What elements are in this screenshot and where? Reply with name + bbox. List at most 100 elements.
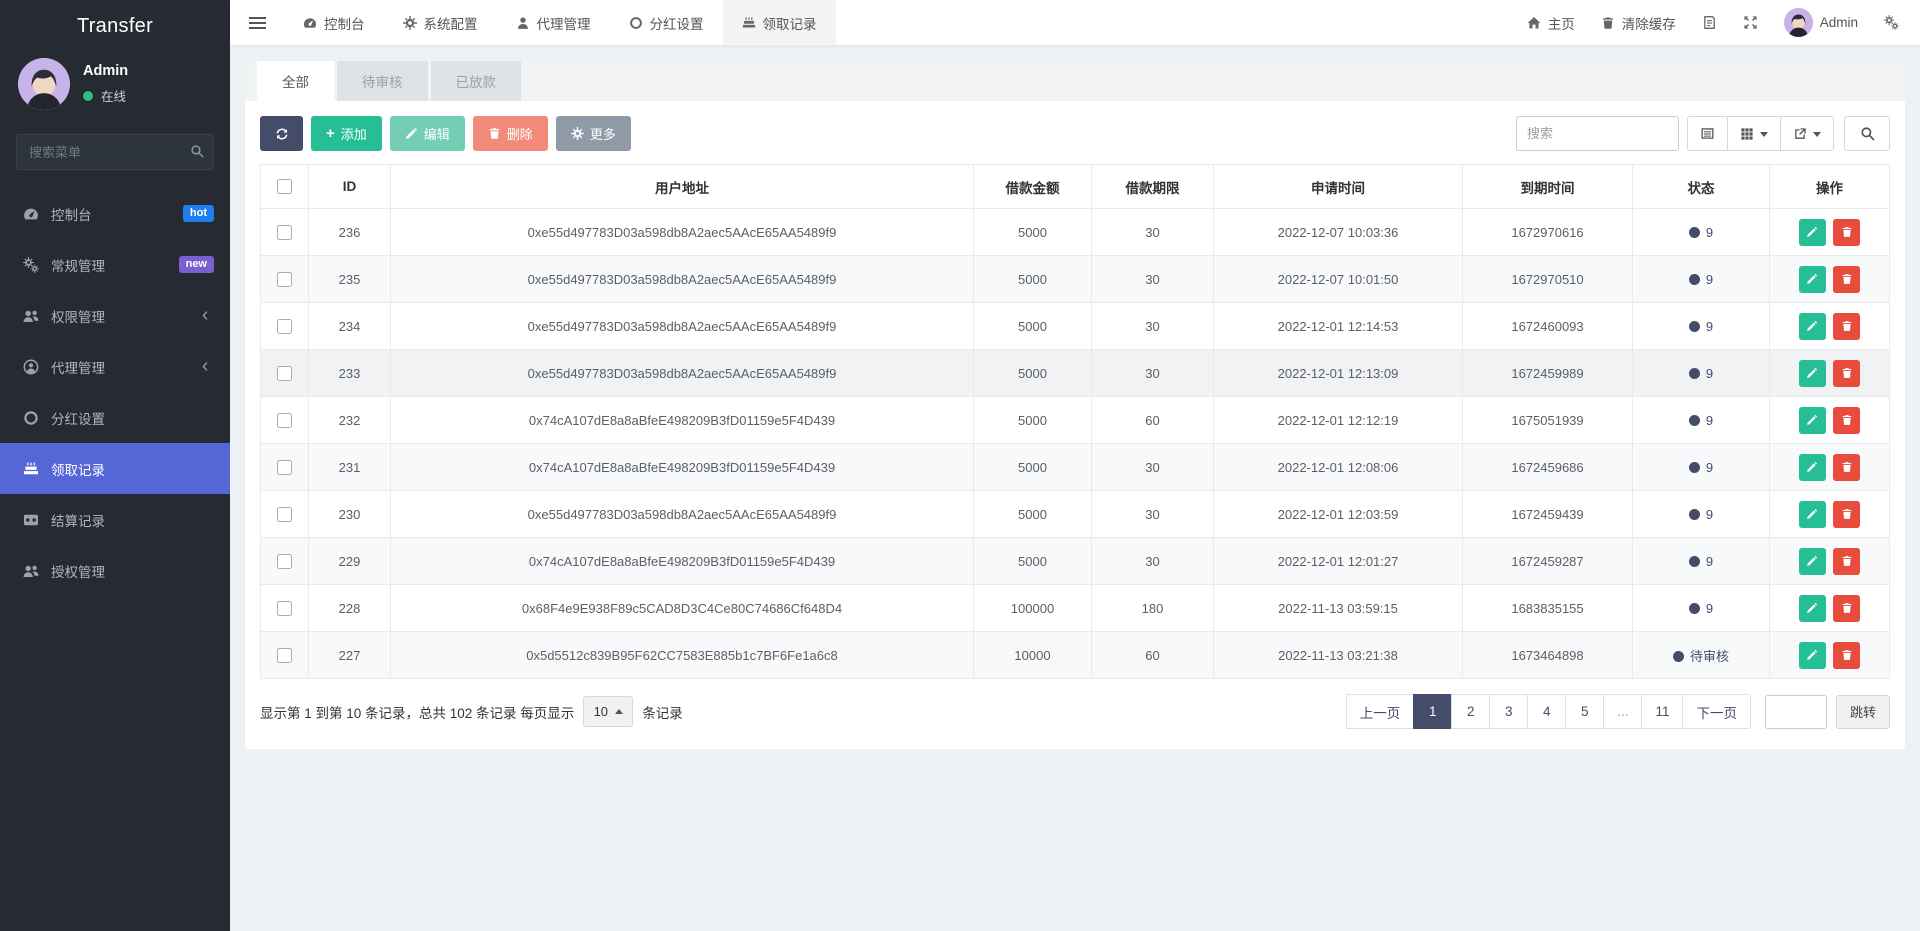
row-delete-button[interactable] xyxy=(1833,642,1860,669)
topbar-tab-dashboard[interactable]: 控制台 xyxy=(284,0,384,45)
row-edit-button[interactable] xyxy=(1799,595,1826,622)
cell-expire-time: 1672970616 xyxy=(1463,209,1633,256)
menu-toggle-button[interactable] xyxy=(230,0,284,45)
row-delete-button[interactable] xyxy=(1833,219,1860,246)
cell-expire-time: 1672460093 xyxy=(1463,303,1633,350)
page-button[interactable]: 下一页 xyxy=(1682,694,1751,729)
header-status: 状态 xyxy=(1633,165,1770,209)
page-button[interactable]: 2 xyxy=(1451,694,1490,729)
cell-actions xyxy=(1770,585,1890,632)
row-edit-button[interactable] xyxy=(1799,313,1826,340)
add-button[interactable]: +添加 xyxy=(311,116,382,151)
tab-all[interactable]: 全部 xyxy=(257,61,334,101)
sidebar-item-dashboard[interactable]: 控制台 hot xyxy=(0,188,230,239)
edit-button[interactable]: 编辑 xyxy=(390,116,465,151)
page-button[interactable]: 4 xyxy=(1527,694,1566,729)
pencil-icon xyxy=(1806,602,1818,614)
row-delete-button[interactable] xyxy=(1833,548,1860,575)
row-checkbox[interactable] xyxy=(277,413,292,428)
page-button[interactable]: 1 xyxy=(1413,694,1452,729)
topbar-tab-dividend[interactable]: 分红设置 xyxy=(610,0,723,45)
sidebar-item-claim-records[interactable]: 领取记录 xyxy=(0,443,230,494)
row-checkbox[interactable] xyxy=(277,648,292,663)
row-checkbox[interactable] xyxy=(277,225,292,240)
cell-apply-time: 2022-11-13 03:59:15 xyxy=(1214,585,1463,632)
cell-id: 235 xyxy=(309,256,391,303)
tab-pending[interactable]: 待审核 xyxy=(337,61,428,101)
row-edit-button[interactable] xyxy=(1799,642,1826,669)
clear-cache-button[interactable]: 清除缓存 xyxy=(1588,0,1689,45)
sidebar-item-settlement-records[interactable]: 结算记录 xyxy=(0,494,230,545)
menu-search-input[interactable] xyxy=(16,134,214,170)
fullscreen-button[interactable] xyxy=(1730,0,1771,45)
row-checkbox[interactable] xyxy=(277,601,292,616)
tab-released[interactable]: 已放款 xyxy=(431,61,522,101)
refresh-button[interactable] xyxy=(260,116,303,151)
user-menu[interactable]: Admin xyxy=(1771,0,1871,45)
cell-id: 228 xyxy=(309,585,391,632)
search-submit-button[interactable] xyxy=(1844,116,1890,151)
jump-button[interactable]: 跳转 xyxy=(1836,695,1890,729)
row-delete-button[interactable] xyxy=(1833,313,1860,340)
row-checkbox[interactable] xyxy=(277,319,292,334)
edit-label: 编辑 xyxy=(424,124,450,143)
sidebar-item-authorization[interactable]: 授权管理 xyxy=(0,545,230,596)
cell-expire-time: 1675051939 xyxy=(1463,397,1633,444)
panel-card: 全部 待审核 已放款 +添加 编辑 删除 更多 xyxy=(245,61,1905,749)
row-edit-button[interactable] xyxy=(1799,548,1826,575)
topbar-tab-claim-records[interactable]: 领取记录 xyxy=(723,0,836,45)
group-icon xyxy=(22,563,39,579)
more-button[interactable]: 更多 xyxy=(556,116,631,151)
table-search-input[interactable] xyxy=(1516,116,1679,151)
page-button[interactable]: ... xyxy=(1603,694,1642,729)
page-size-select[interactable]: 10 xyxy=(583,696,633,727)
log-button[interactable] xyxy=(1689,0,1730,45)
row-edit-button[interactable] xyxy=(1799,219,1826,246)
row-edit-button[interactable] xyxy=(1799,501,1826,528)
home-button[interactable]: 主页 xyxy=(1514,0,1588,45)
pagination: 上一页 1 2 3 4 5 xyxy=(1347,694,1890,729)
expand-icon xyxy=(1743,15,1758,30)
row-checkbox-cell xyxy=(261,538,309,585)
select-all-checkbox[interactable] xyxy=(277,179,292,194)
row-delete-button[interactable] xyxy=(1833,360,1860,387)
page-button[interactable]: 5 xyxy=(1565,694,1604,729)
avatar[interactable] xyxy=(18,58,70,110)
toggle-view-button[interactable] xyxy=(1687,116,1728,151)
home-icon xyxy=(1527,16,1541,30)
columns-button[interactable] xyxy=(1728,116,1781,151)
chevron-left-icon xyxy=(197,360,214,373)
topbar-tab-label: 控制台 xyxy=(324,13,365,33)
cell-apply-time: 2022-12-01 12:13:09 xyxy=(1214,350,1463,397)
page-button[interactable]: 上一页 xyxy=(1346,694,1415,729)
page-button[interactable]: 11 xyxy=(1641,694,1683,729)
sidebar-item-agents[interactable]: 代理管理 xyxy=(0,341,230,392)
page-button[interactable]: 3 xyxy=(1489,694,1528,729)
jump-page-input[interactable] xyxy=(1765,695,1827,729)
row-edit-button[interactable] xyxy=(1799,266,1826,293)
row-delete-button[interactable] xyxy=(1833,407,1860,434)
row-delete-button[interactable] xyxy=(1833,454,1860,481)
row-checkbox[interactable] xyxy=(277,460,292,475)
row-checkbox[interactable] xyxy=(277,272,292,287)
row-checkbox[interactable] xyxy=(277,554,292,569)
row-edit-button[interactable] xyxy=(1799,360,1826,387)
sidebar-item-dividend[interactable]: 分红设置 xyxy=(0,392,230,443)
sidebar-item-general[interactable]: 常规管理 new xyxy=(0,239,230,290)
sidebar-item-permissions[interactable]: 权限管理 xyxy=(0,290,230,341)
settings-button[interactable] xyxy=(1871,0,1912,45)
row-edit-button[interactable] xyxy=(1799,454,1826,481)
cell-term: 180 xyxy=(1092,585,1214,632)
trash-icon xyxy=(1841,508,1853,520)
row-delete-button[interactable] xyxy=(1833,595,1860,622)
row-delete-button[interactable] xyxy=(1833,501,1860,528)
topbar-tab-agents[interactable]: 代理管理 xyxy=(497,0,610,45)
topbar-tab-system-config[interactable]: 系统配置 xyxy=(384,0,497,45)
dashboard-icon xyxy=(22,206,39,222)
row-delete-button[interactable] xyxy=(1833,266,1860,293)
delete-button[interactable]: 删除 xyxy=(473,116,548,151)
row-checkbox[interactable] xyxy=(277,507,292,522)
export-button[interactable] xyxy=(1781,116,1834,151)
row-edit-button[interactable] xyxy=(1799,407,1826,434)
row-checkbox[interactable] xyxy=(277,366,292,381)
